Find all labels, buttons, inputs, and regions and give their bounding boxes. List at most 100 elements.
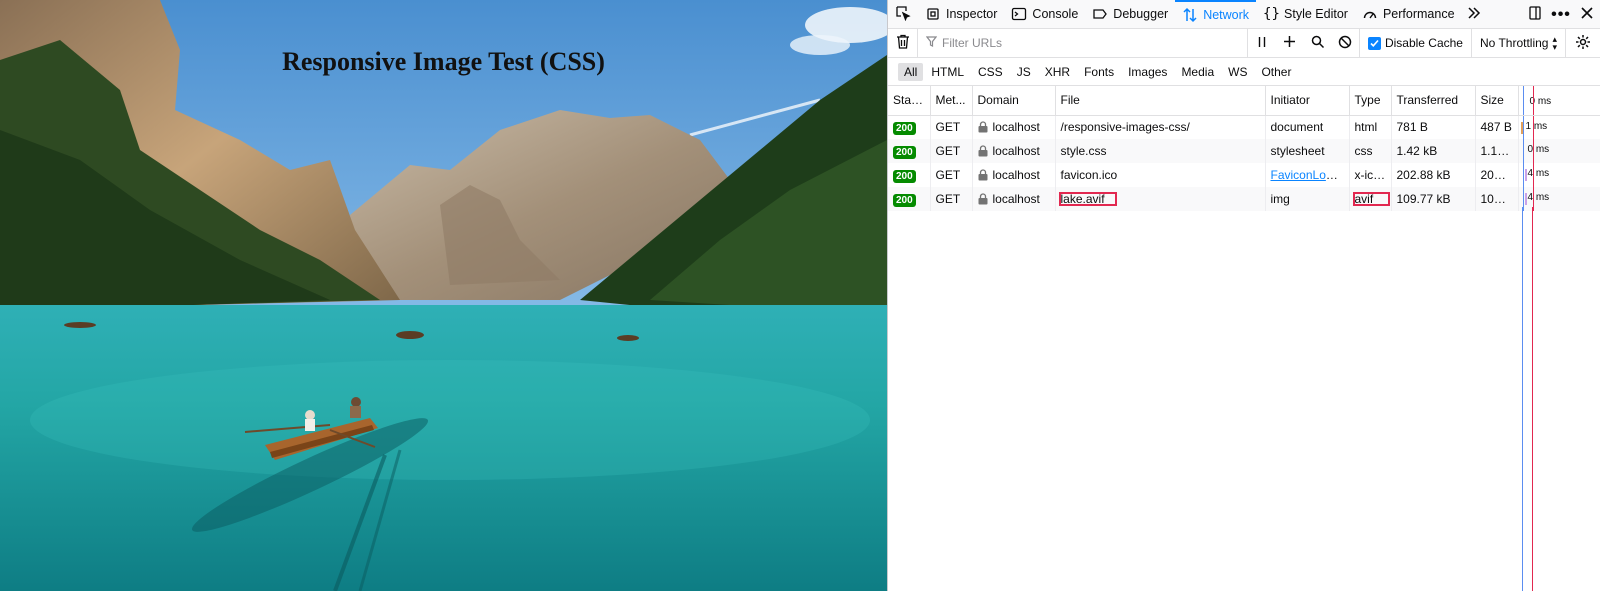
table-row[interactable]: 200 GET localhost style.css stylesheet c… bbox=[888, 139, 1600, 163]
column-header-method[interactable]: Met... bbox=[930, 86, 973, 116]
more-options-button[interactable]: ••• bbox=[1548, 2, 1574, 28]
file-highlight-box: lake.avif bbox=[1058, 192, 1117, 206]
table-row[interactable]: 200 GET localhost favicon.ico FaviconLoa… bbox=[888, 163, 1600, 187]
filter-all-button[interactable]: All bbox=[898, 62, 924, 81]
tab-console[interactable]: Console bbox=[1004, 0, 1085, 29]
filter-fonts-button[interactable]: Fonts bbox=[1078, 63, 1120, 81]
filter-html-button[interactable]: HTML bbox=[925, 63, 970, 81]
filter-urls-input[interactable] bbox=[942, 36, 1222, 50]
filter-images-button[interactable]: Images bbox=[1122, 63, 1173, 81]
trash-icon bbox=[896, 34, 910, 52]
type-cell: css bbox=[1349, 139, 1392, 163]
tab-network[interactable]: Network bbox=[1175, 0, 1257, 29]
clear-requests-button[interactable] bbox=[888, 28, 918, 58]
waterfall-timing-bar bbox=[1520, 121, 1523, 134]
element-picker-button[interactable] bbox=[888, 0, 918, 29]
tab-style-editor[interactable]: {} Style Editor bbox=[1256, 0, 1355, 29]
status-badge: 200 bbox=[893, 169, 916, 183]
status-badge: 200 bbox=[893, 145, 916, 159]
filter-xhr-button[interactable]: XHR bbox=[1039, 63, 1076, 81]
status-badge: 200 bbox=[893, 121, 916, 135]
filter-css-button[interactable]: CSS bbox=[972, 63, 1009, 81]
filter-media-button[interactable]: Media bbox=[1175, 63, 1220, 81]
waterfall-timing-label: 0 ms bbox=[1527, 144, 1550, 155]
initiator-link[interactable]: FaviconLoade... bbox=[1271, 168, 1349, 182]
waterfall-dom-line bbox=[1522, 86, 1524, 114]
status-cell: 200 bbox=[888, 115, 931, 139]
initiator-cell[interactable]: FaviconLoade... bbox=[1265, 163, 1350, 187]
ellipsis-icon: ••• bbox=[1551, 5, 1571, 23]
waterfall-dom-line bbox=[1522, 163, 1524, 187]
waterfall-load-line bbox=[1532, 207, 1533, 591]
disable-cache-toggle[interactable]: Disable Cache bbox=[1360, 28, 1472, 58]
plus-icon bbox=[1283, 35, 1296, 51]
waterfall-cell: 4 ms bbox=[1518, 163, 1600, 187]
tab-style-editor-label: Style Editor bbox=[1284, 7, 1348, 21]
page-viewport: Responsive Image Test (CSS) bbox=[0, 0, 887, 591]
file-cell: style.css bbox=[1055, 139, 1266, 163]
size-cell: 487 B bbox=[1475, 115, 1519, 139]
waterfall-timing-bar bbox=[1524, 169, 1527, 181]
style-editor-icon: {} bbox=[1263, 6, 1280, 22]
chevrons-right-icon bbox=[1466, 5, 1482, 24]
dock-side-button[interactable] bbox=[1522, 2, 1548, 28]
throttling-select[interactable]: No Throttling ▴ ▾ bbox=[1472, 28, 1566, 58]
column-header-status[interactable]: Status bbox=[888, 86, 931, 116]
network-filter-bar: Disable Cache No Throttling ▴▾ bbox=[888, 28, 1600, 58]
tab-performance[interactable]: Performance bbox=[1355, 0, 1462, 29]
waterfall-dom-line bbox=[1522, 207, 1523, 591]
tab-inspector-label: Inspector bbox=[946, 7, 998, 21]
column-header-domain[interactable]: Domain bbox=[972, 86, 1056, 116]
tab-console-label: Console bbox=[1032, 7, 1079, 21]
lock-icon bbox=[978, 121, 988, 133]
table-header-row: Status Met... Domain File Initiator Type… bbox=[888, 86, 1600, 116]
more-tools-button[interactable] bbox=[1462, 0, 1486, 29]
new-request-button[interactable] bbox=[1276, 29, 1304, 58]
filter-other-button[interactable]: Other bbox=[1255, 63, 1297, 81]
pause-icon bbox=[1257, 36, 1267, 51]
domain-text: localhost bbox=[992, 192, 1040, 206]
filter-funnel-icon bbox=[925, 36, 938, 50]
debugger-icon bbox=[1092, 6, 1108, 22]
filter-ws-button[interactable]: WS bbox=[1222, 63, 1253, 81]
type-cell: html bbox=[1349, 115, 1392, 139]
tab-performance-label: Performance bbox=[1382, 7, 1455, 21]
column-header-file[interactable]: File bbox=[1055, 86, 1266, 116]
waterfall-empty-area bbox=[888, 207, 1600, 591]
file-cell: /responsive-images-css/ bbox=[1055, 115, 1266, 139]
tab-debugger-label: Debugger bbox=[1113, 7, 1169, 21]
filter-js-button[interactable]: JS bbox=[1011, 63, 1037, 81]
type-cell: x-icon bbox=[1349, 163, 1392, 187]
column-header-initiator[interactable]: Initiator bbox=[1265, 86, 1350, 116]
table-row[interactable]: 200 GET localhost /responsive-images-css… bbox=[888, 115, 1600, 139]
column-header-type[interactable]: Type bbox=[1349, 86, 1392, 116]
checkbox-checked-icon[interactable] bbox=[1367, 36, 1381, 50]
waterfall-timing-label: 4 ms bbox=[1527, 192, 1550, 203]
waterfall-load-line bbox=[1532, 86, 1534, 114]
waterfall-timing-label: 1 ms bbox=[1525, 120, 1548, 132]
page-heading: Responsive Image Test (CSS) bbox=[282, 47, 605, 76]
close-devtools-button[interactable] bbox=[1574, 2, 1600, 28]
tab-debugger[interactable]: Debugger bbox=[1085, 0, 1175, 29]
column-header-size[interactable]: Size bbox=[1475, 86, 1519, 116]
type-highlight-box: avif bbox=[1352, 192, 1390, 206]
search-button[interactable] bbox=[1304, 29, 1332, 58]
filter-urls-field[interactable] bbox=[918, 28, 1248, 58]
waterfall-cell: 0 ms bbox=[1518, 139, 1600, 163]
file-cell: favicon.ico bbox=[1055, 163, 1266, 187]
domain-text: localhost bbox=[992, 168, 1040, 182]
gear-icon bbox=[1575, 34, 1591, 53]
element-picker-icon bbox=[895, 5, 911, 24]
column-header-waterfall[interactable]: 0 ms bbox=[1518, 86, 1600, 116]
lock-icon bbox=[978, 169, 988, 181]
waterfall-dom-line bbox=[1522, 115, 1524, 139]
size-cell: 1.12 ... bbox=[1475, 139, 1519, 163]
pause-button[interactable] bbox=[1248, 29, 1276, 58]
tab-inspector[interactable]: Inspector bbox=[918, 0, 1004, 29]
initiator-cell: document bbox=[1265, 115, 1350, 139]
network-settings-button[interactable] bbox=[1566, 29, 1600, 58]
block-urls-button[interactable] bbox=[1332, 28, 1360, 58]
domain-cell: localhost bbox=[972, 115, 1056, 139]
column-header-transferred[interactable]: Transferred bbox=[1391, 86, 1476, 116]
console-icon bbox=[1011, 6, 1027, 22]
